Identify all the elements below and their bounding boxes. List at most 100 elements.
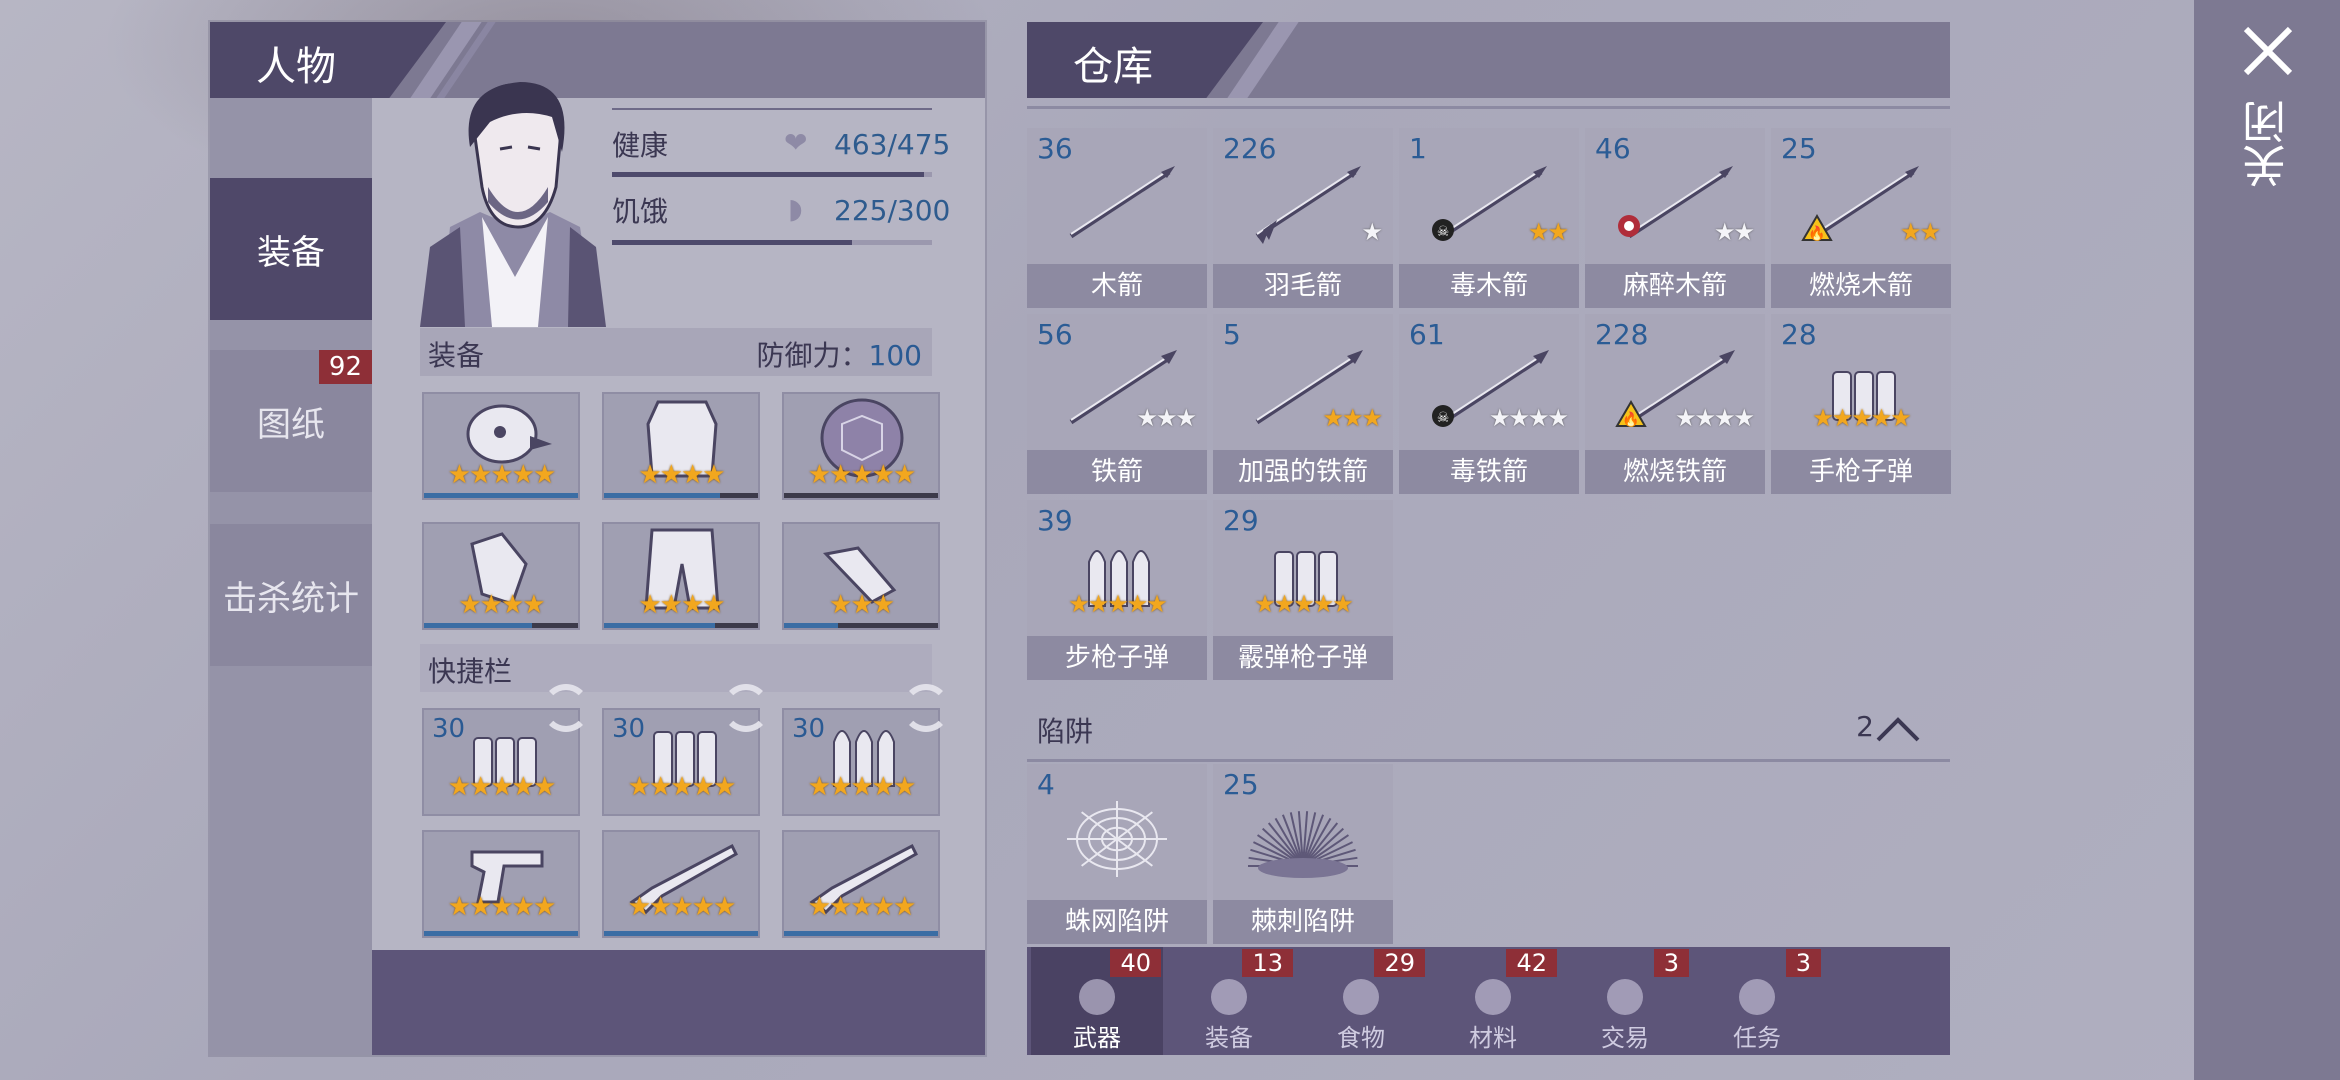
durability-bar xyxy=(604,931,758,936)
durability-bar xyxy=(784,623,938,628)
quickbar-slot[interactable]: ★★★★★ xyxy=(602,830,760,938)
item-count: 46 xyxy=(1595,132,1631,165)
item-label: 加强的铁箭 xyxy=(1213,450,1393,494)
quickbar-slot-count: 30 xyxy=(792,714,826,744)
storage-tab[interactable]: 3 交易 xyxy=(1559,947,1691,1055)
storage-category-tabs: 40 武器 13 装备 29 食物 42 材料 3 交易 3 任务 xyxy=(1027,947,1950,1055)
storage-title: 仓库 xyxy=(1073,44,1153,90)
character-portrait xyxy=(420,77,606,327)
storage-tab-badge: 29 xyxy=(1374,949,1425,977)
health-value: 463/475 xyxy=(834,128,951,161)
storage-item[interactable]: 25 棘刺陷阱 xyxy=(1213,764,1393,944)
item-count: 25 xyxy=(1223,768,1259,801)
storage-tab[interactable]: 42 材料 xyxy=(1427,947,1559,1055)
storage-item[interactable]: 46 麻醉木箭 ★★ xyxy=(1585,128,1765,308)
svg-text:🔥: 🔥 xyxy=(1622,411,1639,428)
storage-item[interactable]: ☠ 61 毒铁箭 ★★★★ xyxy=(1399,314,1579,494)
storage-tab[interactable]: 3 任务 xyxy=(1691,947,1823,1055)
storage-item[interactable]: 226 羽毛箭 ★ xyxy=(1213,128,1393,308)
wooden-arrow-icon xyxy=(1057,158,1177,248)
storage-item[interactable]: 28 手枪子弹 ★★★★★ xyxy=(1771,314,1951,494)
star-rating: ★★★★★ xyxy=(627,772,737,802)
star-rating: ★★★★★ xyxy=(447,772,557,802)
quickbar-slot[interactable]: ★★★★★ xyxy=(782,830,940,938)
storage-item[interactable]: 5 加强的铁箭 ★★★ xyxy=(1213,314,1393,494)
equipment-section-label: 装备 xyxy=(428,339,485,372)
character-title: 人物 xyxy=(256,44,336,90)
storage-item[interactable]: 4 蛛网陷阱 xyxy=(1027,764,1207,944)
durability-bar xyxy=(424,623,578,628)
health-bar xyxy=(612,172,932,177)
item-count: 5 xyxy=(1223,318,1241,351)
storage-item[interactable]: 56 铁箭 ★★★ xyxy=(1027,314,1207,494)
storage-tab[interactable]: 13 装备 xyxy=(1163,947,1295,1055)
storage-tab-badge: 42 xyxy=(1506,949,1557,977)
item-count: 28 xyxy=(1781,318,1817,351)
item-count: 228 xyxy=(1595,318,1649,351)
item-label: 毒木箭 xyxy=(1399,264,1579,308)
blueprints-badge: 92 xyxy=(318,350,372,384)
item-label: 燃烧铁箭 xyxy=(1585,450,1765,494)
character-sidebar: 装备 图纸 92 击杀统计 xyxy=(210,98,372,1055)
star-rating: ★ xyxy=(1361,218,1382,246)
equipment-slot[interactable]: ★★★★ xyxy=(602,522,760,630)
item-label: 铁箭 xyxy=(1027,450,1207,494)
hunger-bar-fill xyxy=(612,240,852,245)
traps-header[interactable]: 陷阱 2 xyxy=(1027,692,1950,762)
chevron-up-icon[interactable] xyxy=(1876,714,1920,742)
storage-item[interactable]: 🔥 25 燃烧木箭 ★★ xyxy=(1771,128,1951,308)
quickbar-label: 快捷栏 xyxy=(428,655,513,688)
star-rating: ★★★★ xyxy=(638,590,725,620)
star-rating: ★★★★ xyxy=(638,460,725,490)
star-rating: ★★★ xyxy=(1322,404,1383,432)
storage-tab-badge: 40 xyxy=(1110,949,1161,977)
item-count: 4 xyxy=(1037,768,1055,801)
swap-icon-2[interactable] xyxy=(722,684,770,732)
storage-item[interactable]: 36 木箭 xyxy=(1027,128,1207,308)
storage-tab[interactable]: 29 食物 xyxy=(1295,947,1427,1055)
storage-tab-label: 交易 xyxy=(1601,1024,1649,1052)
storage-tab[interactable]: 40 武器 xyxy=(1031,947,1163,1055)
equipment-slot[interactable]: ★★★★ xyxy=(422,522,580,630)
item-count: 226 xyxy=(1223,132,1277,165)
storage-title-bar: 仓库 xyxy=(1027,22,1950,98)
defense-value: 100 xyxy=(868,339,922,372)
item-label: 霰弹枪子弹 xyxy=(1213,636,1393,680)
feather-arrow-icon xyxy=(1243,158,1363,248)
traps-label: 陷阱 xyxy=(1037,715,1094,748)
tab-equipment[interactable]: 装备 xyxy=(210,178,372,320)
swap-icon-1[interactable] xyxy=(542,684,590,732)
star-rating: ★★★★★ xyxy=(447,460,557,490)
star-rating: ★★★★ xyxy=(458,590,545,620)
swap-icon-3[interactable] xyxy=(902,684,950,732)
durability-bar xyxy=(424,493,578,498)
hunger-label: 饥饿 xyxy=(612,195,669,228)
storage-tab-label: 武器 xyxy=(1073,1024,1121,1052)
close-icon[interactable] xyxy=(2242,25,2294,77)
storage-item[interactable]: 🔥 228 燃烧铁箭 ★★★★ xyxy=(1585,314,1765,494)
equipment-slot[interactable]: ★★★★ xyxy=(602,392,760,500)
tab-kill-stats[interactable]: 击杀统计 xyxy=(210,524,372,666)
tab-blueprints[interactable]: 图纸 92 xyxy=(210,350,372,492)
equipment-slot[interactable]: ★★★★★ xyxy=(422,392,580,500)
defense-label: 防御力： xyxy=(756,339,869,372)
quickbar-slot[interactable]: ★★★★★ xyxy=(422,830,580,938)
thorn-trap-icon xyxy=(1243,794,1363,884)
storage-item[interactable]: 29 霰弹枪子弹 ★★★★★ xyxy=(1213,500,1393,680)
item-label: 蛛网陷阱 xyxy=(1027,900,1207,944)
item-count: 39 xyxy=(1037,504,1073,537)
hunger-bar xyxy=(612,240,932,245)
star-rating: ★★★★★ xyxy=(1812,404,1912,432)
star-rating: ★★★★★ xyxy=(807,772,917,802)
equipment-slot[interactable]: ★★★★★ xyxy=(782,392,940,500)
close-label[interactable]: 关闭 xyxy=(2243,100,2294,188)
star-rating: ★★★★★ xyxy=(807,892,917,922)
storage-item[interactable]: 39 步枪子弹 ★★★★★ xyxy=(1027,500,1207,680)
item-count: 25 xyxy=(1781,132,1817,165)
storage-item[interactable]: ☠ 1 毒木箭 ★★ xyxy=(1399,128,1579,308)
equipment-slot[interactable]: ★★★ xyxy=(782,522,940,630)
durability-bar-fill xyxy=(604,931,758,936)
close-bar[interactable]: 关闭 xyxy=(2194,0,2340,1080)
star-rating: ★★★★★ xyxy=(627,892,737,922)
durability-bar-fill xyxy=(784,931,938,936)
